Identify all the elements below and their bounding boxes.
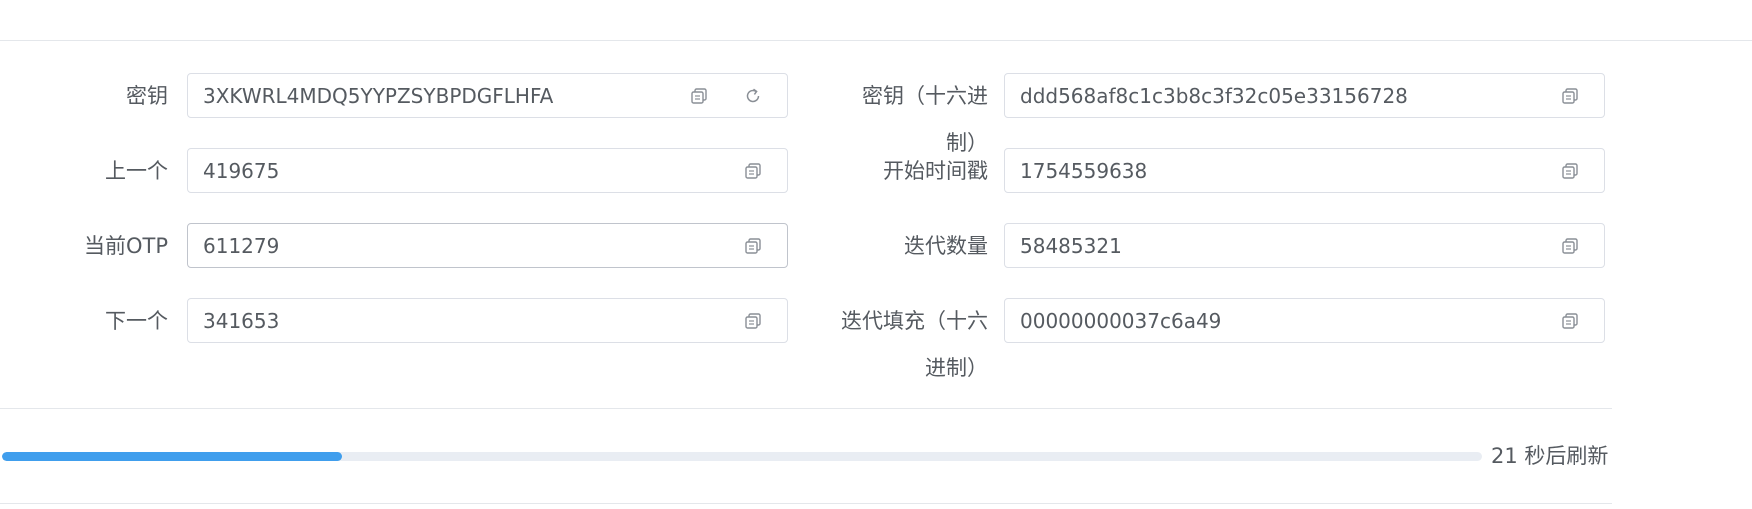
current-otp-label: 当前OTP [83, 234, 168, 258]
section-divider [0, 408, 1612, 409]
copy-secret-hex-button[interactable] [1558, 84, 1582, 108]
iteration-padding-hex-value[interactable]: 00000000037c6a49 [1020, 299, 1221, 344]
refresh-icon [746, 88, 760, 103]
regenerate-secret-button[interactable] [741, 84, 765, 108]
copy-icon [691, 88, 707, 104]
secret-value[interactable]: 3XKWRL4MDQ5YYPZSYBPDGFLHFA [203, 74, 553, 119]
previous-label: 上一个 [105, 159, 168, 183]
copy-icon [1562, 163, 1578, 179]
next-field[interactable]: 341653 [187, 298, 788, 343]
next-label: 下一个 [105, 309, 168, 333]
iterations-field[interactable]: 58485321 [1004, 223, 1605, 268]
iteration-padding-hex-field[interactable]: 00000000037c6a49 [1004, 298, 1605, 343]
secret-hex-field[interactable]: ddd568af8c1c3b8c3f32c05e33156728 [1004, 73, 1605, 118]
refresh-progress-bar [2, 452, 1482, 461]
secret-label: 密钥 [126, 84, 168, 108]
bottom-divider [0, 503, 1612, 504]
copy-next-button[interactable] [741, 309, 765, 333]
copy-current-otp-button[interactable] [741, 234, 765, 258]
iterations-value[interactable]: 58485321 [1020, 224, 1122, 269]
secret-field[interactable]: 3XKWRL4MDQ5YYPZSYBPDGFLHFA [187, 73, 788, 118]
copy-icon [745, 163, 761, 179]
copy-icon [1562, 88, 1578, 104]
copy-secret-button[interactable] [687, 84, 711, 108]
copy-start-timestamp-button[interactable] [1558, 159, 1582, 183]
start-timestamp-field[interactable]: 1754559638 [1004, 148, 1605, 193]
previous-value[interactable]: 419675 [203, 149, 279, 194]
copy-icon [1562, 238, 1578, 254]
copy-icon [745, 238, 761, 254]
previous-field[interactable]: 419675 [187, 148, 788, 193]
refresh-progress-fill [2, 452, 343, 461]
refresh-countdown-text: 21 秒后刷新 [1491, 444, 1609, 468]
iteration-padding-hex-label: 迭代填充（十六进制） [841, 309, 988, 380]
copy-previous-button[interactable] [741, 159, 765, 183]
start-timestamp-label: 开始时间戳 [883, 159, 988, 183]
copy-iterations-button[interactable] [1558, 234, 1582, 258]
current-otp-value[interactable]: 611279 [203, 224, 279, 269]
start-timestamp-value[interactable]: 1754559638 [1020, 149, 1147, 194]
copy-iteration-padding-hex-button[interactable] [1558, 309, 1582, 333]
totp-form: 密钥 3XKWRL4MDQ5YYPZSYBPDGFLHFA 密钥（十六进制） d… [0, 0, 1752, 509]
copy-icon [1562, 313, 1578, 329]
next-value[interactable]: 341653 [203, 299, 279, 344]
secret-hex-value[interactable]: ddd568af8c1c3b8c3f32c05e33156728 [1020, 74, 1408, 119]
current-otp-field[interactable]: 611279 [187, 223, 788, 268]
iterations-label: 迭代数量 [904, 234, 988, 258]
copy-icon [745, 313, 761, 329]
